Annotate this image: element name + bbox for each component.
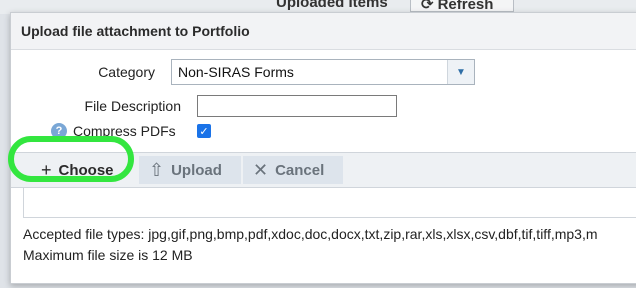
file-description-label: File Description <box>84 98 181 114</box>
upload-label: Upload <box>171 161 222 179</box>
cancel-label: Cancel <box>275 161 325 179</box>
file-description-row: File Description <box>37 95 397 117</box>
category-select[interactable]: Non-SIRAS Forms ▼ <box>171 59 475 85</box>
choose-label: Choose <box>58 161 114 179</box>
category-label: Category <box>98 64 155 80</box>
category-select-value: Non-SIRAS Forms <box>178 64 294 80</box>
plus-icon: + <box>41 159 52 180</box>
chevron-down-icon[interactable]: ▼ <box>447 60 474 84</box>
file-drop-zone[interactable] <box>23 188 636 218</box>
help-icon[interactable]: ? <box>51 123 67 139</box>
upload-icon: ⇧ <box>149 159 165 180</box>
cancel-button[interactable]: ✕ Cancel <box>243 156 343 184</box>
dialog-title: Upload file attachment to Portfolio <box>11 13 636 50</box>
upload-button[interactable]: ⇧ Upload <box>139 156 241 184</box>
file-description-field[interactable] <box>197 95 397 117</box>
choose-button[interactable]: + Choose <box>31 156 124 184</box>
max-file-size: Maximum file size is 12 MB <box>23 247 193 263</box>
category-row: Category Non-SIRAS Forms ▼ <box>11 59 475 85</box>
refresh-button[interactable]: ⟳ Refresh <box>410 0 514 13</box>
compress-pdfs-checkbox[interactable]: ✓ <box>197 124 211 138</box>
compress-pdfs-label: Compress PDFs <box>73 123 176 139</box>
accepted-file-types: Accepted file types: jpg,gif,png,bmp,pdf… <box>23 226 598 242</box>
uploaded-items-tab[interactable]: Uploaded Items <box>276 0 388 11</box>
close-icon: ✕ <box>253 159 269 180</box>
compress-pdfs-row: ? Compress PDFs ✓ <box>51 123 211 139</box>
upload-toolbar: + Choose ⇧ Upload ✕ Cancel <box>11 152 636 188</box>
upload-dialog: Upload file attachment to Portfolio Cate… <box>10 12 636 284</box>
